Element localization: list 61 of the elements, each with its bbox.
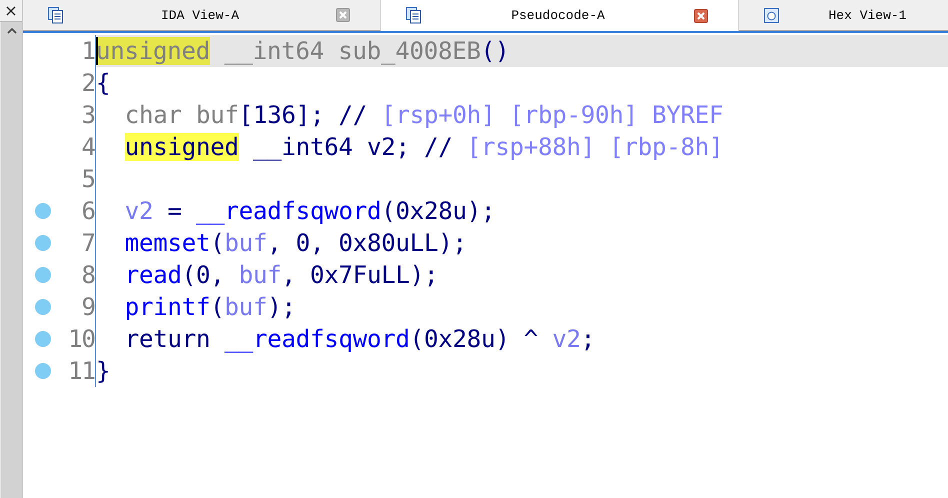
- document-icon: [48, 6, 64, 24]
- code-token: memset: [124, 229, 210, 257]
- line-number: 10: [68, 325, 95, 353]
- window-icon: [764, 8, 779, 22]
- code-token: [rsp+0h] [rbp-90h] BYREF: [381, 101, 724, 129]
- code-token: (: [210, 229, 225, 257]
- code-token: return: [124, 325, 212, 353]
- tab[interactable]: Pseudocode-A: [381, 0, 739, 31]
- code-token: read: [124, 261, 182, 289]
- caret-icon[interactable]: [6, 27, 16, 35]
- code-token: buf: [224, 229, 268, 257]
- line-number: 2: [82, 69, 95, 97]
- code-token: (0,: [182, 261, 226, 289]
- code-token: =: [166, 197, 183, 225]
- code-token: (0x28u) ^: [410, 325, 540, 353]
- code-token: __int64 v2; //: [252, 133, 454, 161]
- code-token: (0x28u);: [381, 197, 496, 225]
- breakpoint-dot[interactable]: [35, 363, 51, 379]
- code-token: [136]; //: [238, 101, 368, 129]
- code-token: (: [210, 293, 225, 321]
- close-icon[interactable]: [694, 8, 708, 22]
- breakpoint-dot[interactable]: [35, 267, 51, 283]
- code-token: v2: [124, 197, 154, 225]
- line-number: 11: [68, 357, 95, 385]
- line-number: 1: [82, 37, 95, 65]
- code-token: [rsp+88h] [rbp-8h]: [466, 133, 724, 161]
- code-token: unsigned: [96, 37, 210, 65]
- line-number: 6: [82, 197, 95, 225]
- code-token: , 0x7FuLL);: [282, 261, 438, 289]
- close-icon[interactable]: [336, 8, 350, 22]
- line-number: 9: [82, 293, 95, 321]
- text-cursor: [96, 37, 98, 65]
- document-icon: [406, 7, 422, 24]
- tab-label: Pseudocode-A: [510, 8, 606, 23]
- tab[interactable]: IDA View-A: [23, 0, 381, 31]
- line-number: 8: [82, 261, 95, 289]
- tab-label: Hex View-1: [827, 8, 908, 22]
- line-number: 7: [82, 229, 95, 257]
- code-token: buf: [238, 261, 282, 289]
- code-token: }: [96, 357, 110, 385]
- line-number: 4: [82, 133, 95, 161]
- code-token: (): [480, 37, 510, 65]
- line-number: 3: [82, 101, 95, 129]
- code-token: ;: [580, 325, 596, 353]
- breakpoint-dot[interactable]: [35, 331, 51, 347]
- code-token: __readfsqword: [224, 325, 410, 353]
- breakpoint-dot[interactable]: [35, 235, 51, 251]
- code-token: __readfsqword: [196, 197, 382, 225]
- code-token: v2: [552, 325, 581, 353]
- code-token: __int64 sub_4008EB: [223, 37, 481, 65]
- code-token: );: [267, 293, 296, 321]
- breakpoint-dot[interactable]: [35, 299, 51, 315]
- breakpoint-dot[interactable]: [35, 203, 51, 219]
- tab-label: IDA View-A: [160, 8, 240, 22]
- code-token: printf: [124, 293, 210, 321]
- line-number: 5: [82, 165, 95, 193]
- code-token: buf: [224, 293, 268, 321]
- code-token: {: [96, 69, 110, 97]
- code-token: , 0, 0x80uLL);: [267, 229, 467, 257]
- code-token: unsigned: [124, 133, 239, 161]
- code-token: char buf: [124, 101, 239, 129]
